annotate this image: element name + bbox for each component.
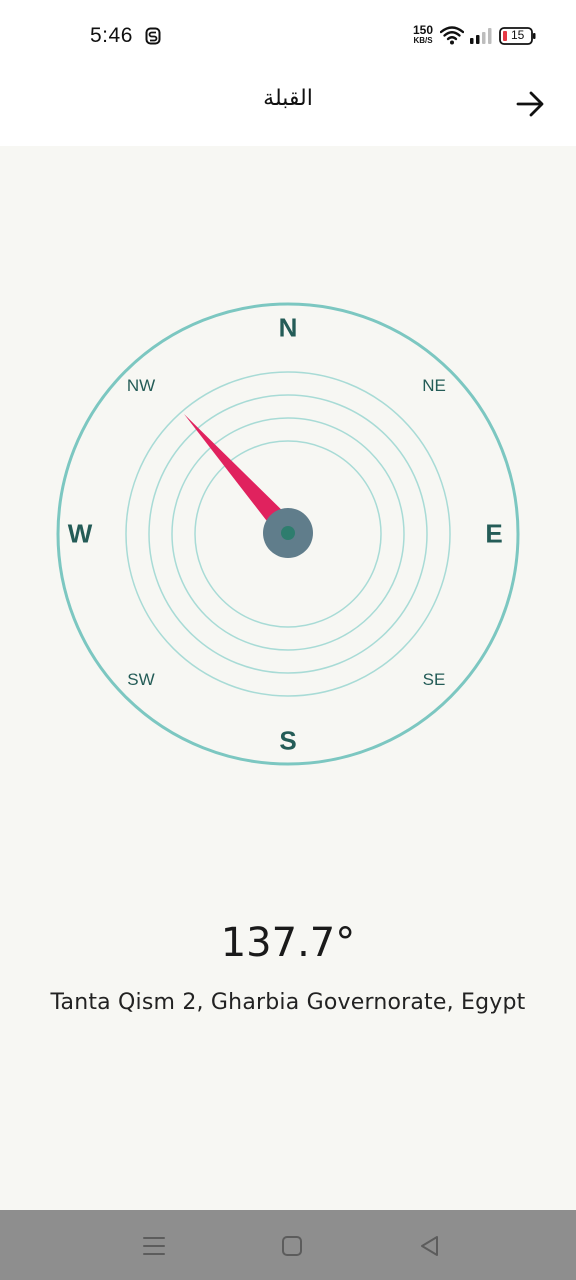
direction-nw: NW	[126, 376, 156, 395]
qibla-compass: N NE E SE S SW W NW	[56, 302, 520, 766]
wifi-icon	[440, 26, 464, 45]
back-nav-button[interactable]	[416, 1232, 444, 1260]
network-speed-value: 150	[412, 23, 434, 37]
s-notification-icon	[145, 27, 161, 45]
back-triangle-icon	[421, 1236, 438, 1256]
status-time: 5:46	[90, 24, 133, 47]
qibla-bearing: 137.7°	[220, 920, 356, 966]
battery-level: 15	[511, 28, 525, 42]
qibla-screen: 5:46 150 KB/S 15 القبلة N NE E SE S SW W…	[0, 0, 576, 1280]
direction-n: N	[278, 312, 298, 343]
status-bar: 5:46 150 KB/S 15	[0, 0, 576, 72]
app-header: القبلة	[0, 72, 576, 146]
arrow-right-icon	[516, 91, 544, 117]
direction-s: S	[279, 725, 297, 756]
page-title: القبلة	[263, 86, 313, 111]
direction-ne: NE	[422, 376, 446, 395]
back-button[interactable]	[510, 84, 550, 124]
compass-dial	[56, 302, 520, 766]
home-button[interactable]	[278, 1232, 306, 1260]
direction-e: E	[485, 518, 503, 549]
location-name: Tanta Qism 2, Gharbia Governorate, Egypt	[50, 990, 526, 1015]
system-nav-bar	[0, 1210, 576, 1280]
menu-icon	[143, 1237, 165, 1255]
network-speed: 150 KB/S	[410, 23, 436, 46]
recent-apps-button[interactable]	[140, 1232, 168, 1260]
signal-icon	[470, 28, 492, 44]
direction-sw: SW	[127, 670, 155, 689]
network-speed-unit: KB/S	[413, 36, 433, 45]
home-square-icon	[282, 1236, 302, 1256]
direction-se: SE	[422, 670, 446, 689]
direction-w: W	[67, 518, 93, 549]
compass-hub-dot	[281, 526, 295, 540]
